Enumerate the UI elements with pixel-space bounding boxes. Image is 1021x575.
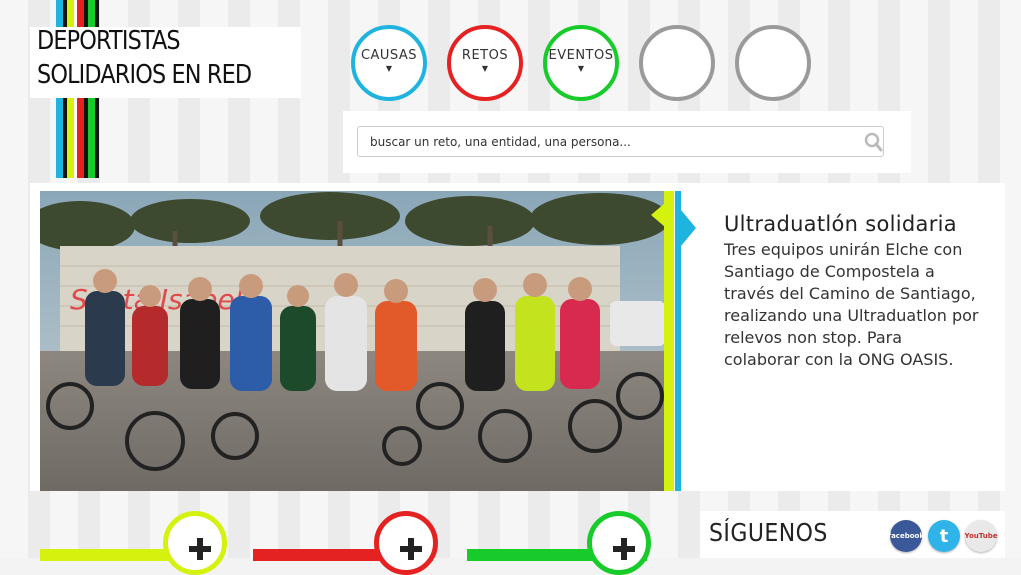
facebook-label: facebook	[888, 532, 924, 540]
nav-retos-button[interactable]: RETOS ▼	[447, 25, 523, 101]
nav-empty-button-2[interactable]	[735, 25, 811, 101]
plus-icon	[400, 538, 422, 560]
feature-photo[interactable]: Santa Isabel	[40, 191, 665, 491]
twitter-label: t	[939, 525, 949, 547]
facebook-icon[interactable]: facebook	[888, 520, 924, 552]
nav-eventos-button[interactable]: EVENTOS ▼	[543, 25, 619, 101]
main-nav: CAUSAS ▼ RETOS ▼ EVENTOS ▼	[351, 25, 811, 101]
feature-description: Tres equipos unirán Elche con Santiago d…	[724, 240, 979, 369]
accent-bar-lime	[664, 191, 674, 491]
feature-title[interactable]: Ultraduatlón solidaria	[724, 212, 957, 236]
accent-triangle-lime	[651, 203, 665, 227]
accent-triangle-blue	[681, 210, 696, 246]
nav-retos-label: RETOS	[461, 47, 509, 63]
nav-empty-button-1[interactable]	[639, 25, 715, 101]
site-logo[interactable]: DEPORTISTAS SOLIDARIOS EN RED	[37, 24, 256, 92]
logo-line-1: DEPORTISTAS	[37, 26, 181, 56]
youtube-icon[interactable]: YouTube	[965, 520, 997, 552]
youtube-label: YouTube	[964, 532, 998, 540]
plus-icon	[613, 538, 635, 560]
search-input[interactable]	[357, 126, 884, 157]
cyclists-photo-image: Santa Isabel	[40, 191, 665, 491]
logo-stripes-bottom	[56, 98, 100, 178]
plus-icon	[189, 538, 211, 560]
caret-down-icon: ▼	[385, 63, 393, 73]
nav-causas-button[interactable]: CAUSAS ▼	[351, 25, 427, 101]
add-button-red[interactable]	[374, 511, 438, 575]
caret-down-icon: ▼	[481, 63, 489, 73]
caret-down-icon: ▼	[577, 63, 585, 73]
add-button-green[interactable]	[587, 511, 651, 575]
add-button-lime[interactable]	[163, 511, 227, 575]
search-icon[interactable]	[863, 132, 883, 152]
logo-stripes-top	[56, 0, 100, 27]
nav-eventos-label: EVENTOS	[548, 47, 614, 63]
logo-line-2: SOLIDARIOS EN RED	[37, 60, 252, 90]
twitter-icon[interactable]: t	[928, 520, 960, 552]
social-title: SÍGUENOS	[709, 518, 828, 547]
nav-causas-label: CAUSAS	[360, 47, 418, 63]
